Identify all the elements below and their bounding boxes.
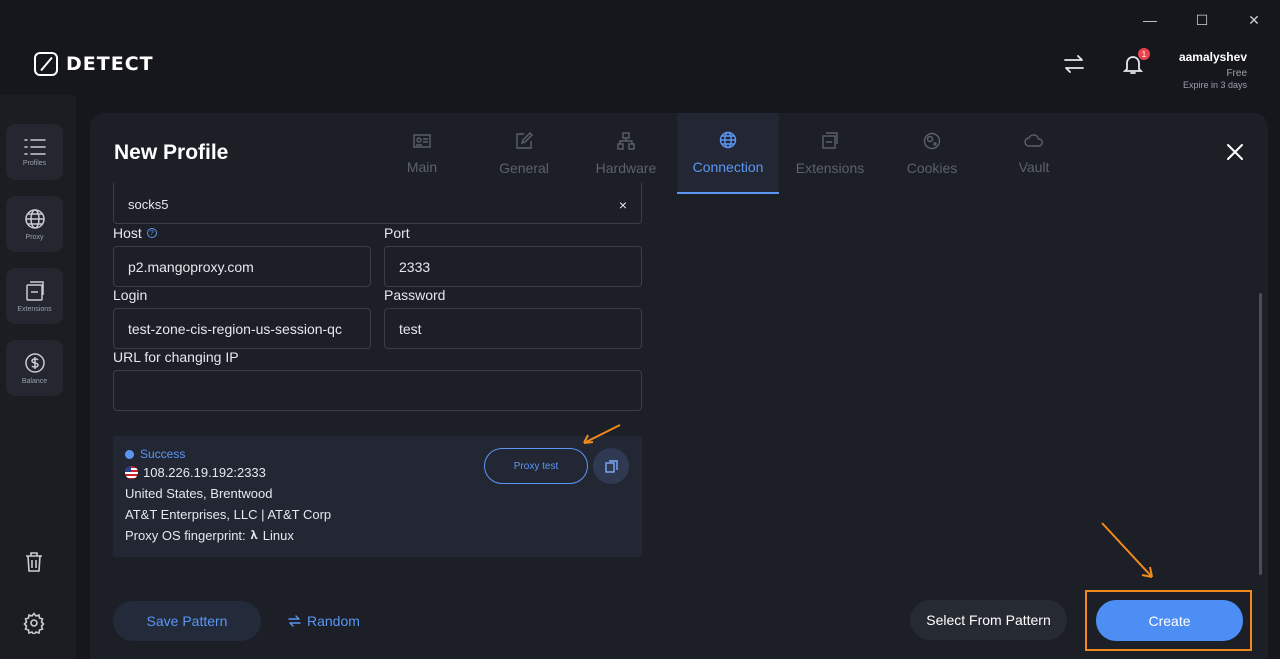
create-button[interactable]: Create [1096,600,1243,641]
tab-general[interactable]: General [473,113,575,194]
annotation-arrow-icon [1101,522,1153,578]
change-ip-url-input[interactable] [113,370,642,411]
brand-name: DETECT [66,53,154,75]
cloud-icon [1024,133,1043,147]
notification-badge: 1 [1138,48,1150,60]
copy-button[interactable] [593,448,629,484]
sidebar-item-label: Extensions [17,305,52,313]
close-icon[interactable] [1224,141,1246,163]
select-from-pattern-button[interactable]: Select From Pattern [910,600,1067,640]
logo-icon [34,52,58,76]
sidebar-item-label: Profiles [22,159,47,167]
cookie-icon [923,132,941,149]
port-label: Port [384,225,410,241]
gear-icon[interactable] [20,609,48,637]
linux-icon: 𝛌 [250,528,258,542]
tab-cookies[interactable]: Cookies [881,113,983,194]
extensions-icon [822,131,838,149]
sidebar-item-label: Proxy [25,233,44,241]
proxy-type-value: socks5 [128,197,169,212]
maximize-button[interactable]: ☐ [1176,8,1228,32]
user-expire: Expire in 3 days [1182,80,1247,90]
status-dot-icon [125,449,134,459]
page-title: New Profile [114,141,229,164]
header-actions: 1 [1063,48,1150,76]
proxy-location: United States, Brentwood [125,486,273,501]
proxy-os-fingerprint: Proxy OS fingerprint: 𝛌 Linux [125,528,294,543]
proxy-check-result: Success 108.226.19.192:2333 United State… [113,436,642,557]
sidebar-item-label: Balance [21,377,48,385]
swap-icon[interactable] [1063,53,1085,75]
trash-icon[interactable] [20,548,48,576]
user-plan: Free [1226,68,1247,79]
change-ip-url-label: URL for changing IP [113,349,239,365]
info-icon[interactable]: ? [146,228,157,238]
globe-icon [719,131,737,148]
scrollbar[interactable] [1259,293,1262,575]
password-input[interactable]: test [384,308,642,349]
brand-logo: DETECT [34,52,154,76]
proxy-type-select[interactable]: socks5 × [113,183,642,224]
sidebar: Profiles Proxy Extensions Balance [0,95,76,659]
random-button[interactable]: Random [288,601,360,641]
bell-icon[interactable]: 1 [1121,48,1150,76]
password-label: Password [384,287,446,303]
sidebar-item-extensions[interactable]: Extensions [6,268,63,324]
extensions-icon [25,280,44,301]
copy-icon [604,459,618,473]
port-input[interactable]: 2333 [384,246,642,287]
us-flag-icon [125,466,138,479]
save-pattern-button[interactable]: Save Pattern [113,601,261,641]
window-controls: — ☐ ✕ [1124,8,1280,32]
user-info[interactable]: aamalyshev Free Expire in 3 days [1179,50,1247,90]
globe-icon [24,208,45,229]
host-input[interactable]: p2.mangoproxy.com [113,246,371,287]
hardware-icon [617,131,635,150]
sidebar-item-balance[interactable]: Balance [6,340,63,396]
edit-icon [516,131,533,149]
proxy-test-button[interactable]: Proxy test [484,448,588,484]
login-label: Login [113,287,148,303]
clear-icon[interactable]: × [619,197,627,213]
minimize-button[interactable]: — [1124,8,1176,32]
host-label: Host ? [113,225,157,241]
profile-tabs: Main General Hardware Connection Extensi… [371,113,1085,194]
close-window-button[interactable]: ✕ [1228,8,1280,32]
tab-hardware[interactable]: Hardware [575,113,677,194]
dollar-icon [24,352,45,373]
annotation-arrow-icon [583,424,621,444]
proxy-isp: AT&T Enterprises, LLC | AT&T Corp [125,507,332,522]
id-card-icon [413,133,431,148]
sidebar-item-proxy[interactable]: Proxy [6,196,63,252]
login-input[interactable]: test-zone-cis-region-us-session-qc [113,308,371,349]
sidebar-item-profiles[interactable]: Profiles [6,124,63,180]
new-profile-panel: New Profile Main General Hardware Connec… [90,113,1268,659]
list-icon [23,138,46,155]
tab-connection[interactable]: Connection [677,113,779,194]
user-name: aamalyshev [1178,50,1247,64]
tab-vault[interactable]: Vault [983,113,1085,194]
swap-icon [288,615,301,627]
tab-main[interactable]: Main [371,113,473,194]
tab-extensions[interactable]: Extensions [779,113,881,194]
